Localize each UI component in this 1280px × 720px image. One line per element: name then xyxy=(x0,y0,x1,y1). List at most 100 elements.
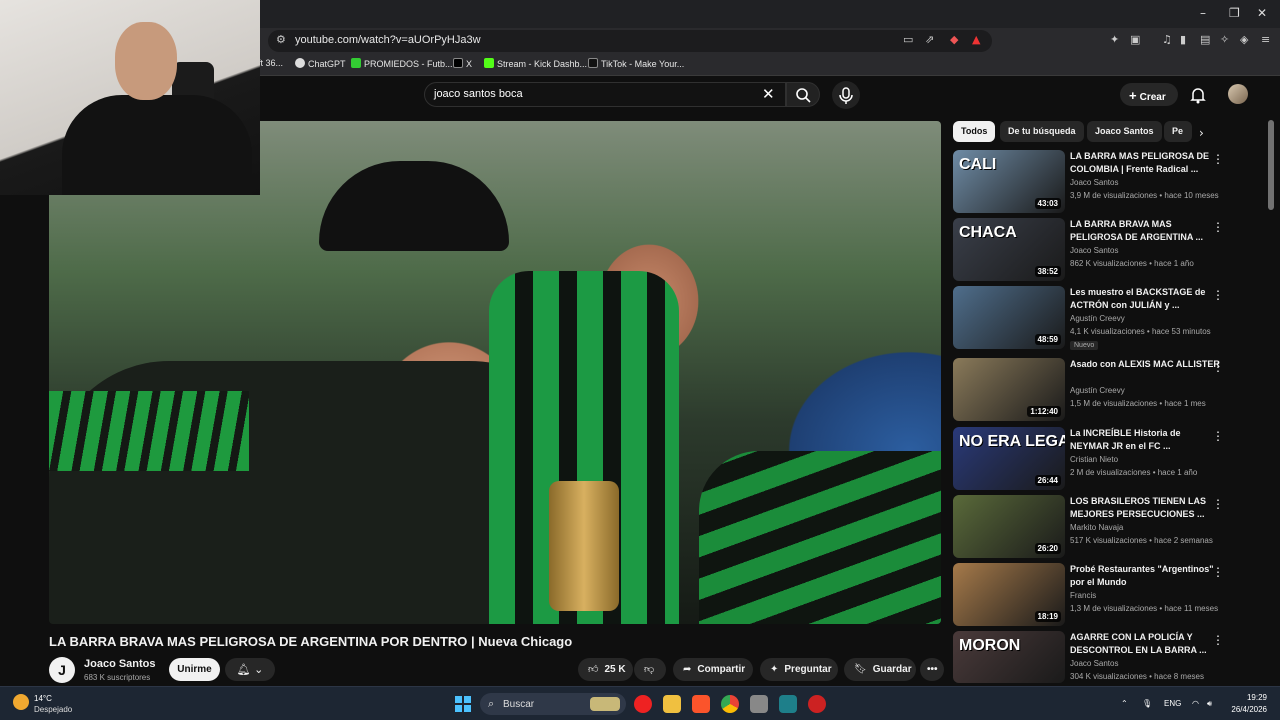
recommendation-item[interactable]: CHACA 38:52 LA BARRA BRAVA MAS PELIGROSA D… xyxy=(953,218,1265,282)
recommendation-title[interactable]: AGARRE CON LA POLICÍA Y DESCONTROL EN LA… xyxy=(1070,631,1220,657)
video-thumbnail[interactable]: NO ERA LEGAL 26:44 xyxy=(953,427,1065,490)
share-button[interactable]: ➦ Compartir xyxy=(673,658,753,681)
wallet-icon[interactable]: ▤ xyxy=(1200,33,1210,46)
video-thumbnail[interactable]: CALI 43:03 xyxy=(953,150,1065,213)
sidebar-scrollbar[interactable] xyxy=(1268,120,1274,210)
video-thumbnail[interactable]: MORON xyxy=(953,631,1065,683)
chevron-up-icon[interactable]: ⌃ xyxy=(1121,699,1128,708)
recommendation-item[interactable]: 1:12:40 Asado con ALEXIS MAC ALLISTER Agus… xyxy=(953,358,1265,422)
channel-name[interactable]: Joaco Santos xyxy=(84,658,156,670)
recommendation-channel[interactable]: Markito Navaja xyxy=(1070,523,1123,532)
bookmark-item[interactable]: PROMIEDOS - Futb... xyxy=(351,58,453,69)
video-player[interactable] xyxy=(49,121,941,624)
minimize-icon[interactable]: – xyxy=(1200,6,1206,20)
clock-date[interactable]: 26/4/2026 xyxy=(1221,705,1267,714)
close-window-icon[interactable]: ✕ xyxy=(1257,6,1267,20)
subscription-bell-button[interactable]: 🔔︎ ⌄ xyxy=(225,658,275,681)
chrome-icon[interactable] xyxy=(721,695,739,713)
file-explorer-icon[interactable] xyxy=(663,695,681,713)
recommendation-item[interactable]: CALI 43:03 LA BARRA MAS PELIGROSA DE COLOM… xyxy=(953,150,1265,214)
more-options-icon[interactable]: ⋮ xyxy=(1212,565,1224,579)
chip-joaco-santos[interactable]: Joaco Santos xyxy=(1087,121,1162,142)
app-icon[interactable] xyxy=(779,695,797,713)
join-button[interactable]: Unirme xyxy=(169,658,220,681)
obs-icon[interactable] xyxy=(808,695,826,713)
recommendation-channel[interactable]: Joaco Santos xyxy=(1070,178,1118,187)
cast-icon[interactable]: ▭ xyxy=(903,33,913,46)
weather-temperature[interactable]: 14°C xyxy=(34,694,52,703)
screenshot-icon[interactable]: ▣ xyxy=(1130,33,1140,46)
recommendation-channel[interactable]: Agustín Creevy xyxy=(1070,386,1125,395)
recommendation-item[interactable]: NO ERA LEGAL 26:44 La INCREÍBLE Historia d… xyxy=(953,427,1265,491)
wifi-icon[interactable]: ◠ xyxy=(1192,699,1199,708)
recommendation-title[interactable]: LA BARRA MAS PELIGROSA DE COLOMBIA | Fre… xyxy=(1070,150,1220,176)
share-icon[interactable]: ⇗ xyxy=(925,33,934,46)
sidebar-icon[interactable]: ▮ xyxy=(1180,33,1186,46)
extensions-icon[interactable]: ✦ xyxy=(1110,33,1119,46)
vpn-icon[interactable]: ◈ xyxy=(1240,33,1248,46)
recommendation-title[interactable]: Les muestro el BACKSTAGE de ACTRÓN con J… xyxy=(1070,286,1220,312)
more-options-icon[interactable]: ⋮ xyxy=(1212,497,1224,511)
rewards-icon[interactable]: ▲ xyxy=(972,33,980,46)
create-button[interactable]: + Crear xyxy=(1120,83,1178,106)
bookmark-item[interactable]: ChatGPT xyxy=(295,58,346,69)
more-options-icon[interactable]: ⋮ xyxy=(1212,633,1224,647)
chevron-right-icon[interactable]: › xyxy=(1199,126,1204,140)
clear-search-icon[interactable]: ✕ xyxy=(762,85,775,103)
account-avatar[interactable] xyxy=(1228,84,1248,104)
volume-icon[interactable]: 🔊︎ xyxy=(1207,699,1212,709)
chip-de-tu-busqueda[interactable]: De tu búsqueda xyxy=(1000,121,1084,142)
app-icon[interactable] xyxy=(750,695,768,713)
recommendation-title[interactable]: Probé Restaurantes "Argentinos" por el M… xyxy=(1070,563,1220,589)
brave-browser-icon[interactable] xyxy=(692,695,710,713)
search-button[interactable] xyxy=(786,82,820,107)
recommendation-channel[interactable]: Joaco Santos xyxy=(1070,659,1118,668)
save-button[interactable]: 🔖︎ Guardar xyxy=(844,658,916,681)
bookmark-item[interactable]: X xyxy=(453,58,472,69)
video-thumbnail[interactable]: 18:19 xyxy=(953,563,1065,626)
dislike-button[interactable]: 👎︎ xyxy=(634,658,666,681)
recommendation-title[interactable]: LA BARRA BRAVA MAS PELIGROSA DE ARGENTIN… xyxy=(1070,218,1220,244)
more-options-icon[interactable]: ⋮ xyxy=(1212,152,1224,166)
recommendation-channel[interactable]: Cristian Nieto xyxy=(1070,455,1118,464)
weather-description[interactable]: Despejado xyxy=(34,705,72,714)
video-thumbnail[interactable]: CHACA 38:52 xyxy=(953,218,1065,281)
bookmark-item[interactable]: TikTok - Make Your... xyxy=(588,58,684,69)
more-options-icon[interactable]: ⋮ xyxy=(1212,288,1224,302)
microphone-tray-icon[interactable]: 🎙︎ xyxy=(1142,699,1152,708)
start-button[interactable] xyxy=(455,696,471,712)
chip-partial[interactable]: Pe xyxy=(1164,121,1192,142)
taskbar-search-placeholder[interactable]: Buscar xyxy=(503,699,534,710)
video-thumbnail[interactable]: 1:12:40 xyxy=(953,358,1065,421)
weather-icon[interactable] xyxy=(13,694,29,710)
url-text[interactable]: youtube.com/watch?v=aUOrPyHJa3w xyxy=(295,34,481,46)
more-actions-button[interactable]: ••• xyxy=(920,658,944,681)
notifications-bell-icon[interactable] xyxy=(1190,86,1206,104)
recommendation-item[interactable]: 18:19 Probé Restaurantes "Argentinos" por… xyxy=(953,563,1265,627)
restore-icon[interactable]: ❐ xyxy=(1229,6,1240,20)
leo-icon[interactable]: ✧ xyxy=(1220,33,1229,46)
youtube-app-icon[interactable] xyxy=(634,695,652,713)
channel-avatar[interactable]: J xyxy=(49,657,75,683)
site-info-icon[interactable]: ⚙ xyxy=(276,33,286,46)
menu-icon[interactable]: ≡ xyxy=(1261,33,1270,46)
search-highlight-icon[interactable] xyxy=(590,697,620,711)
ask-button[interactable]: ✦ Preguntar xyxy=(760,658,838,681)
video-thumbnail[interactable]: 26:20 xyxy=(953,495,1065,558)
voice-search-button[interactable] xyxy=(832,81,860,109)
more-options-icon[interactable]: ⋮ xyxy=(1212,360,1224,374)
recommendation-item[interactable]: 26:20 LOS BRASILEROS TIENEN LAS MEJORES P… xyxy=(953,495,1265,559)
recommendation-item[interactable]: 48:59 Les muestro el BACKSTAGE de ACTRÓN … xyxy=(953,286,1265,350)
recommendation-channel[interactable]: Joaco Santos xyxy=(1070,246,1118,255)
media-icon[interactable]: ♫ xyxy=(1162,33,1172,46)
more-options-icon[interactable]: ⋮ xyxy=(1212,220,1224,234)
video-thumbnail[interactable]: 48:59 xyxy=(953,286,1065,349)
language-indicator[interactable]: ENG xyxy=(1164,699,1181,708)
recommendation-title[interactable]: LOS BRASILEROS TIENEN LAS MEJORES PERSEC… xyxy=(1070,495,1220,521)
bookmark-item[interactable]: Stream - Kick Dashb... xyxy=(484,58,587,69)
bookmark-item[interactable]: ft 36... xyxy=(258,58,283,68)
recommendation-channel[interactable]: Francis xyxy=(1070,591,1096,600)
recommendation-title[interactable]: Asado con ALEXIS MAC ALLISTER xyxy=(1070,358,1220,371)
like-button[interactable]: 👍︎ 25 K xyxy=(578,658,633,681)
more-options-icon[interactable]: ⋮ xyxy=(1212,429,1224,443)
